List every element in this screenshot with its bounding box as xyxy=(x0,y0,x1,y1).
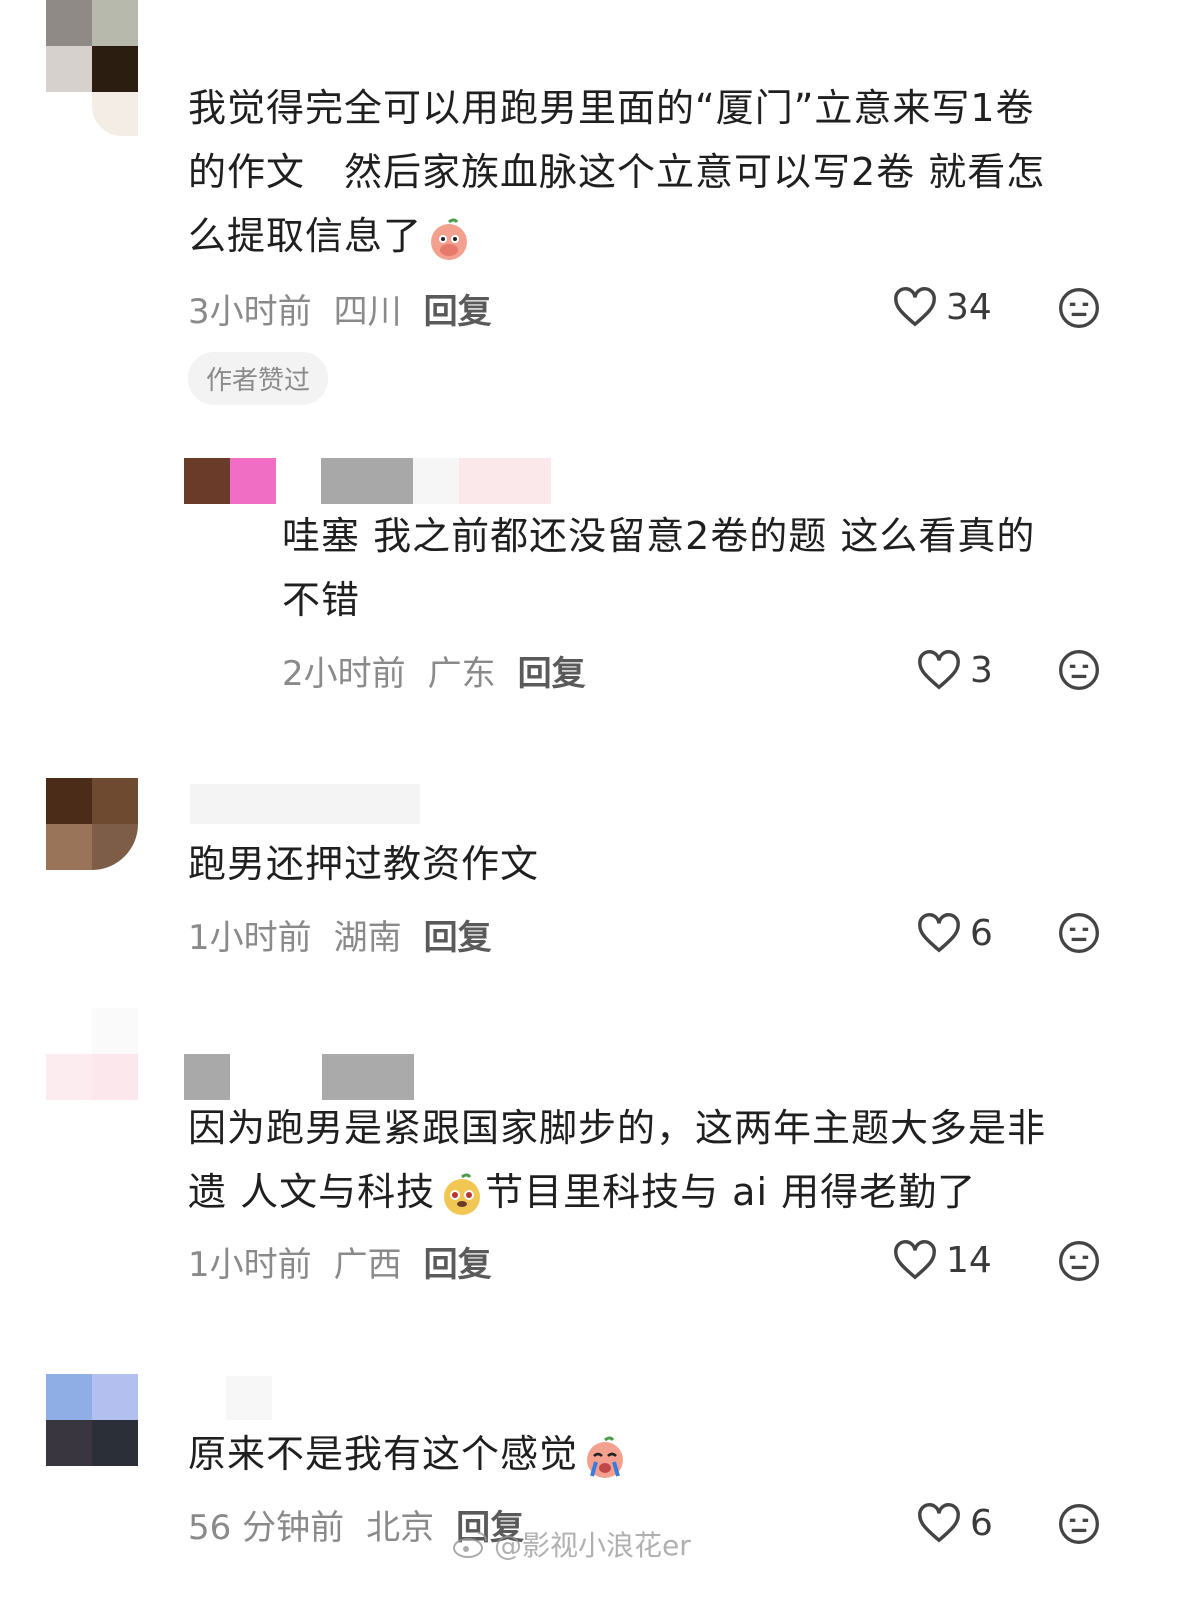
meh-face-icon[interactable] xyxy=(1057,1239,1101,1283)
comment-line: 原来不是我有这个感觉 xyxy=(188,1432,579,1476)
username-mosaic xyxy=(184,1054,414,1100)
comment-line: 的作文 然后家族血脉这个立意可以写2卷 就看怎 xyxy=(188,150,1046,194)
comment-line: 遗 人文与科技 xyxy=(188,1170,436,1214)
reply-button[interactable]: 回复 xyxy=(424,284,492,333)
comment-time: 1小时前 xyxy=(188,918,312,958)
comment-text: 跑男还押过教资作文 xyxy=(188,832,1088,896)
like-count: 3 xyxy=(970,649,993,691)
comment-location: 北京 xyxy=(366,1508,435,1548)
meh-face-icon[interactable] xyxy=(1057,648,1101,692)
like-count: 6 xyxy=(970,1502,993,1544)
watermark: @影视小浪花er xyxy=(452,1524,691,1564)
weibo-icon xyxy=(453,1532,487,1558)
like-count: 34 xyxy=(946,286,992,328)
reply-button[interactable]: 回复 xyxy=(424,910,492,959)
comment-text: 原来不是我有这个感觉 xyxy=(188,1422,1088,1486)
meh-face-icon[interactable] xyxy=(1057,286,1101,330)
comment-line: 跑男还押过教资作文 xyxy=(188,842,540,886)
comment-meta: 2小时前 广东 回复 xyxy=(282,646,586,695)
like-button[interactable]: 6 xyxy=(916,910,993,956)
meh-face-icon[interactable] xyxy=(1057,911,1101,955)
username-mosaic xyxy=(190,784,420,824)
meh-face-icon[interactable] xyxy=(1057,1502,1101,1546)
heart-outline-icon xyxy=(894,1240,936,1280)
avatar[interactable] xyxy=(46,778,138,870)
comment-time: 3小时前 xyxy=(188,292,312,332)
heart-outline-icon xyxy=(918,650,960,690)
comment-text: 哇塞 我之前都还没留意2卷的题 这么看真的 不错 xyxy=(282,504,1102,632)
avatar[interactable] xyxy=(46,1374,138,1466)
comment-time: 2小时前 xyxy=(282,654,406,694)
comment-line: 我觉得完全可以用跑男里面的“厦门”立意来写1卷 xyxy=(188,86,1035,130)
peach-cover-mouth-emoji xyxy=(431,218,468,260)
comment-line: 不错 xyxy=(282,578,361,622)
comment-line: 因为跑男是紧跟国家脚步的，这两年主题大多是非 xyxy=(188,1106,1047,1150)
comment-location: 广东 xyxy=(427,654,496,694)
like-count: 14 xyxy=(946,1239,992,1281)
comment-meta: 1小时前 湖南 回复 xyxy=(188,910,492,959)
watermark-text: @影视小浪花er xyxy=(494,1529,691,1562)
comment-line: 节目里科技与 ai 用得老勤了 xyxy=(485,1170,977,1214)
comment-meta: 3小时前 四川 回复 xyxy=(188,284,492,333)
comment-text: 我觉得完全可以用跑男里面的“厦门”立意来写1卷 的作文 然后家族血脉这个立意可以… xyxy=(188,76,1108,268)
comment-time: 56 分钟前 xyxy=(188,1508,345,1548)
reply-button[interactable]: 回复 xyxy=(518,646,586,695)
author-liked-badge: 作者赞过 xyxy=(188,352,329,405)
heart-outline-icon xyxy=(918,1503,960,1543)
reply-button[interactable]: 回复 xyxy=(424,1237,492,1286)
puppy-face-emoji xyxy=(444,1173,481,1215)
comment-location: 湖南 xyxy=(333,918,402,958)
avatar-fragment xyxy=(92,92,138,136)
comment-location: 四川 xyxy=(333,292,402,332)
comment-location: 广西 xyxy=(333,1245,402,1285)
comment-text: 因为跑男是紧跟国家脚步的，这两年主题大多是非 遗 人文与科技 节目里科技与 ai … xyxy=(188,1096,1108,1224)
username-mosaic xyxy=(321,458,551,504)
like-count: 6 xyxy=(970,912,993,954)
avatar[interactable] xyxy=(184,458,276,504)
avatar[interactable] xyxy=(46,1008,138,1100)
like-button[interactable]: 14 xyxy=(892,1237,992,1283)
username-mosaic xyxy=(226,1376,272,1420)
heart-outline-icon xyxy=(918,913,960,953)
like-button[interactable]: 34 xyxy=(892,284,992,330)
like-button[interactable]: 6 xyxy=(916,1500,993,1546)
comment-line: 哇塞 我之前都还没留意2卷的题 这么看真的 xyxy=(282,514,1036,558)
avatar[interactable] xyxy=(46,0,138,92)
comment-time: 1小时前 xyxy=(188,1245,312,1285)
peach-crying-emoji xyxy=(587,1436,624,1478)
comment-meta: 1小时前 广西 回复 xyxy=(188,1237,492,1286)
heart-outline-icon xyxy=(894,287,936,327)
like-button[interactable]: 3 xyxy=(916,647,993,693)
comment-line: 么提取信息了 xyxy=(188,214,423,258)
